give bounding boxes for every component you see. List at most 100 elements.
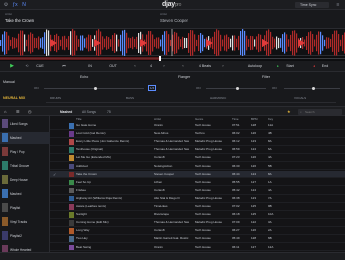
home-icon[interactable]: ⌂ [4, 109, 6, 114]
table-row[interactable]: Highway Air (Williams Roja Remix) Alto St… [50, 195, 345, 203]
waveform-bar [274, 38, 276, 48]
start-button[interactable]: Start [282, 63, 298, 70]
play-button[interactable]: ▶ [8, 63, 16, 70]
table-row[interactable]: Every Little Piece (Jon Gabenze Remix) Th… [50, 138, 345, 146]
table-row[interactable]: Frisbee Cortex8 Tech House 05:42 124 4A [50, 187, 345, 195]
table-row[interactable]: ✓ Take the Crown Steven Cooper Tech House 06… [50, 170, 345, 179]
sidebar-item[interactable]: Deep House [0, 174, 50, 186]
table-row[interactable]: Tenthouse (Original) Thomas & Hernandez S… [50, 146, 345, 155]
end-button[interactable]: End [318, 63, 332, 70]
list-icon[interactable]: ☰ [16, 109, 20, 114]
waveform-bar [24, 34, 26, 52]
waveform-bar [128, 37, 130, 49]
time-sync-dropdown[interactable]: Time Sync [295, 2, 329, 8]
waveform-bar [318, 31, 320, 55]
table-row[interactable]: Feel So Up Lithen Tech House 05:55 127 1A [50, 179, 345, 187]
sidebar-item[interactable]: Mashed [0, 132, 50, 144]
stem-vocals[interactable]: VOCALS [294, 96, 306, 100]
cell-title: Let Me Go (Extended Mix) [76, 155, 112, 160]
waveform-bar [342, 34, 344, 52]
table-row[interactable]: Coming Home (Edit Mix) Thomas & Hernandez… [50, 219, 345, 227]
cell-title: Take the Crown [76, 171, 97, 176]
loop-size[interactable]: 4 Beats [195, 63, 215, 70]
waveform[interactable] [0, 28, 345, 57]
sidebar-item-label: Liked Songs [10, 122, 28, 126]
history-icon[interactable]: ◷ [28, 109, 32, 114]
n-icon[interactable]: N [21, 2, 27, 8]
manual-dropdown[interactable]: Manual [3, 80, 15, 84]
beat-jump-back-icon[interactable]: ‹ [180, 63, 186, 70]
loop-in-button[interactable]: IN [85, 63, 95, 70]
sidebar-item[interactable]: Playlist2 [0, 230, 50, 242]
fx-echo-knob[interactable] [94, 87, 97, 90]
table-row[interactable]: Long Way Cortex8 Tech House 06:27 126 2A [50, 227, 345, 236]
sidebar-item[interactable]: Playlist [0, 202, 50, 214]
fx-filter-knob[interactable] [312, 87, 315, 90]
sidebar-item[interactable]: Mashed [0, 188, 50, 200]
fx-icon[interactable]: ƒx [12, 2, 18, 8]
beat-count[interactable]: 4 [146, 63, 156, 70]
waveform-bar [250, 35, 252, 51]
sidebar-item[interactable]: Liked Songs [0, 118, 50, 130]
cell-bpm: 126 [251, 163, 257, 168]
table-row[interactable]: Sunlight Riverscape Tech House 06:18 125 10A [50, 211, 345, 219]
loop-next-icon[interactable]: › [161, 63, 167, 70]
table-row[interactable]: Aware (Leathes remix) TimeLikes Tech House… [50, 203, 345, 211]
table-row[interactable]: Let Me Go (Extended Mix) Cortex8 Tech Hous… [50, 154, 345, 163]
table-row[interactable]: Lost Cold (Gel Remix) New Athus Techno 06:0… [50, 130, 345, 138]
library-tab[interactable]: Mashed [60, 110, 72, 114]
fx-echo-label[interactable]: Echo [80, 75, 88, 79]
end-marker-icon: ◂ [313, 64, 315, 68]
waveform-bar [164, 31, 166, 55]
fx-filter-label[interactable]: Filter [262, 75, 270, 79]
cell-artist: Oranix [154, 123, 163, 127]
table-row[interactable]: Two Hey Martin Garrett feat. Rustic Tech H… [50, 235, 345, 244]
waveform-bar [74, 30, 76, 56]
cell-artist: Cortex8 [154, 228, 165, 233]
stem-harmonic[interactable]: HARMONIC [210, 96, 226, 100]
fx-on-toggle-3[interactable]: ON [272, 86, 277, 90]
cell-time: 06:11 [232, 244, 240, 249]
autoloop-button[interactable]: Autoloop [243, 63, 267, 70]
loop-out-button[interactable]: OUT [107, 63, 119, 70]
cell-key: 1A [268, 179, 272, 184]
stem-bass[interactable]: BASS [126, 96, 134, 100]
sidebar-item[interactable]: Vinyl Tracks [0, 216, 50, 228]
loop-prev-icon[interactable]: ‹ [132, 63, 138, 70]
table-row[interactable]: Addicted NoisingAction Tech House 06:30 126 5… [50, 163, 345, 171]
fx-on-toggle-2[interactable]: ON [196, 86, 201, 90]
beat-jump-fwd-icon[interactable]: › [220, 63, 226, 70]
waveform-bar [184, 37, 186, 49]
search-input[interactable]: ⌕ Search [298, 109, 342, 115]
cell-time: 06:02 [232, 131, 240, 136]
waveform-bar [282, 34, 284, 52]
stem-drums[interactable]: DRUMS [50, 96, 61, 100]
all-songs-filter[interactable]: All Songs [82, 110, 96, 114]
album-art [69, 147, 74, 153]
sync-icon[interactable]: ⟲ [22, 63, 32, 70]
overflow-icon[interactable]: ≡ [335, 2, 341, 8]
waveform-bar [78, 39, 80, 47]
table-row[interactable]: Go Gate Home Oranix Tech House 07:51 128 11A [50, 122, 345, 130]
fx-on-toggle[interactable]: ON [34, 86, 39, 90]
fx-flanger-knob[interactable] [236, 87, 239, 90]
neural-mix-label: NEURAL MIX [3, 96, 26, 100]
table-row[interactable]: Beat Swing Oranix Tech House 06:11 127 12A [50, 244, 345, 252]
cell-bpm: 123 [251, 139, 257, 144]
settings-icon[interactable]: ⚙ [3, 2, 9, 8]
sidebar-item[interactable]: Play / Pop [0, 146, 50, 158]
waveform-bar [80, 35, 82, 51]
sidebar-item[interactable]: Tribal Groove [0, 160, 50, 172]
waveform-bar [92, 39, 94, 47]
cue-button[interactable]: CUE [34, 63, 46, 70]
waveform-bar [76, 35, 78, 51]
fx-flanger-label[interactable]: Flanger [178, 75, 190, 79]
cell-genre: Tech House [195, 155, 211, 160]
fx-mode[interactable]: 1/4 [148, 85, 157, 91]
waveform-bar [310, 31, 312, 55]
star-icon[interactable]: ★ [287, 109, 291, 114]
album-art [69, 220, 74, 226]
cell-time: 07:09 [232, 220, 240, 225]
cell-key: 6A [268, 147, 272, 152]
loop-back-icon[interactable]: ⏮ [60, 63, 68, 70]
